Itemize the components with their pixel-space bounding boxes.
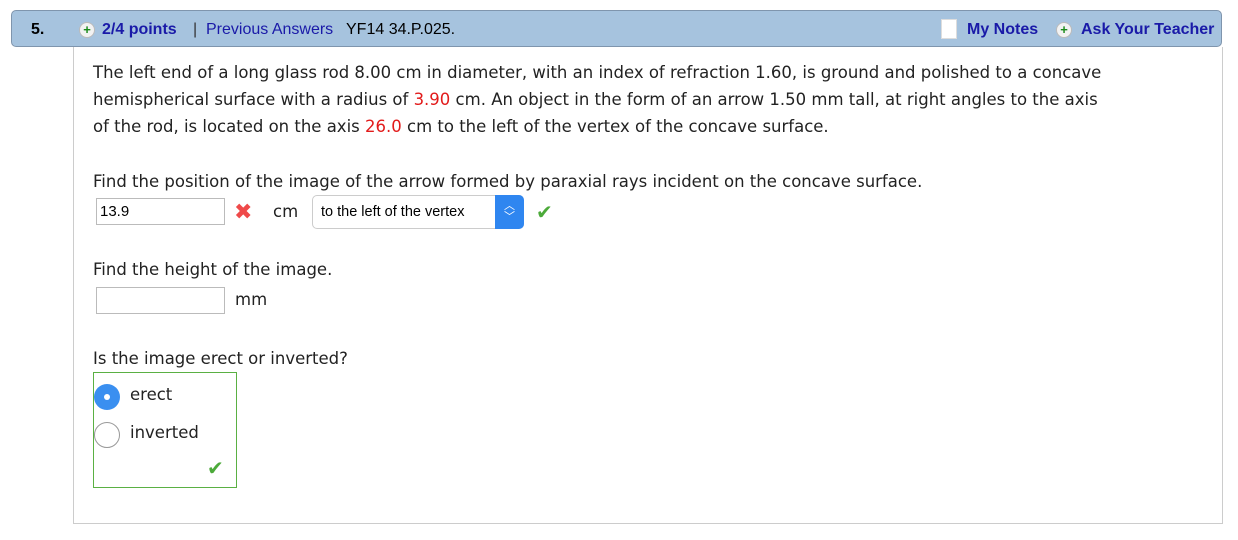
separator: | [193,21,198,38]
unit-label: cm [273,202,299,221]
select-arrows-icon: ︿ ﹀ [495,195,524,229]
question-header: 5. + 2/4 points | Previous Answers YF14 … [11,10,1222,47]
radio-erect[interactable] [94,384,120,410]
ask-teacher-link[interactable]: Ask Your Teacher [1081,21,1214,39]
plus-icon[interactable]: + [79,22,95,38]
q2-prompt: Find the height of the image. [93,260,333,279]
incorrect-x-icon: ✖ [234,200,253,225]
option-label[interactable]: inverted [130,423,199,442]
points-link[interactable]: 2/4 points [102,21,177,39]
unit-label: mm [235,290,268,309]
correct-check-icon: ✔ [207,456,224,480]
text: of the rod, is located on the axis [93,117,366,136]
problem-line: hemispherical surface with a radius of 3… [93,86,1101,113]
my-notes-link[interactable]: My Notes [967,21,1038,39]
height-input[interactable] [96,287,225,314]
problem-code: YF14 34.P.025. [346,21,456,38]
select-value: to the left of the vertex [321,204,465,220]
radio-inverted[interactable] [94,422,120,448]
position-input[interactable] [96,198,225,225]
note-icon[interactable] [941,19,957,39]
problem-text: The left end of a long glass rod 8.00 cm… [93,59,1101,140]
correct-check-icon: ✔ [536,200,553,224]
distance-value: 26.0 [365,117,402,136]
problem-line: The left end of a long glass rod 8.00 cm… [93,63,1102,82]
plus-icon[interactable]: + [1056,22,1072,38]
radius-value: 3.90 [413,90,451,109]
q1-prompt: Find the position of the image of the ar… [93,172,923,191]
problem-line: of the rod, is located on the axis 26.0 … [93,113,1101,140]
text: cm. An object in the form of an arrow 1.… [450,90,1098,109]
text: hemispherical surface with a radius of [93,90,414,109]
orientation-radio-group: erect inverted ✔ [93,372,237,488]
direction-select[interactable]: to the left of the vertex ︿ ﹀ [312,195,524,229]
question-number: 5. [31,21,45,38]
option-label[interactable]: erect [130,385,172,404]
text: cm to the left of the vertex of the conc… [401,117,829,136]
previous-answers-link[interactable]: Previous Answers [206,21,333,39]
q3-prompt: Is the image erect or inverted? [93,349,348,368]
